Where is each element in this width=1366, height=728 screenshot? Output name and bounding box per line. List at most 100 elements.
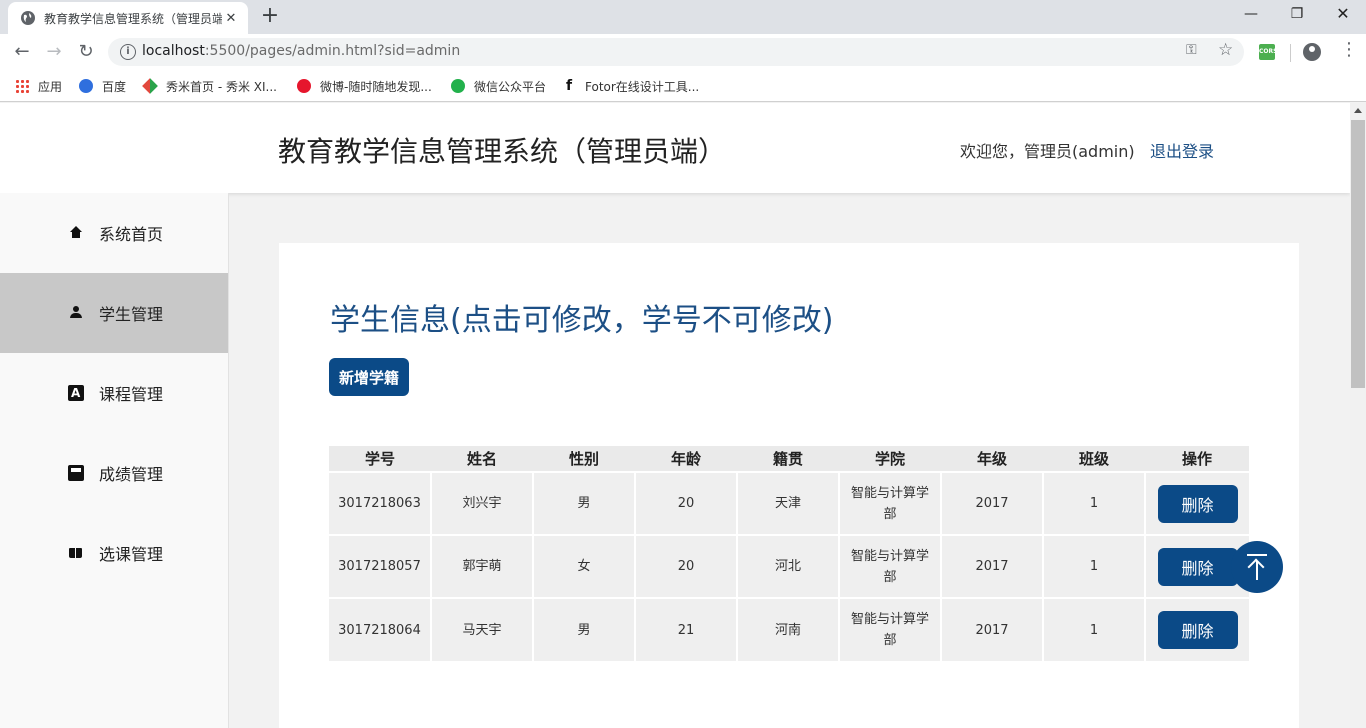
reload-icon[interactable]: ↻	[73, 40, 99, 64]
cors-extension-icon[interactable]: CORS	[1259, 44, 1277, 60]
window-maximize-button[interactable]: ❐	[1274, 0, 1320, 30]
grade-cell[interactable]: 2017	[941, 534, 1044, 598]
page-scrollbar[interactable]	[1350, 103, 1366, 728]
content-card: 学生信息(点击可修改，学号不可修改) 新增学籍 学号 姓名 性别 年龄 籍贯 学…	[279, 243, 1299, 728]
site-header: 教育教学信息管理系统（管理员端） 欢迎您，管理员(admin) 退出登录	[0, 103, 1350, 193]
sidebar-item-courses[interactable]: 课程管理	[0, 353, 228, 433]
xiumi-icon	[142, 78, 158, 94]
bookmark-apps[interactable]: 应用	[15, 76, 62, 96]
bookmark-wechat[interactable]: 微信公众平台	[451, 76, 546, 96]
name-cell[interactable]: 郭宇萌	[431, 534, 534, 598]
weibo-icon	[297, 79, 311, 93]
delete-button[interactable]: 删除	[1157, 547, 1238, 586]
sidebar-item-label: 课程管理	[99, 385, 164, 404]
student-table: 学号 姓名 性别 年龄 籍贯 学院 年级 班级 操作 3017218063 刘兴…	[329, 446, 1249, 661]
action-cell: 删除	[1145, 471, 1249, 535]
table-header-row: 学号 姓名 性别 年龄 籍贯 学院 年级 班级 操作	[329, 446, 1249, 472]
sidebar-item-home[interactable]: 系统首页	[0, 193, 228, 273]
action-cell: 删除	[1145, 597, 1249, 661]
sidebar-item-selection[interactable]: 选课管理	[0, 513, 228, 593]
score-icon	[68, 465, 84, 481]
tab-title: 教育教学信息管理系统（管理员端）	[44, 11, 222, 26]
browser-tab-bar: 教育教学信息管理系统（管理员端） ✕ + — ❐ ✕	[0, 0, 1366, 34]
column-header: 班级	[1043, 446, 1145, 472]
window-close-button[interactable]: ✕	[1320, 0, 1366, 30]
column-header: 操作	[1145, 446, 1249, 472]
bookmarks-bar: 应用 百度 秀米首页 - 秀米 XI... 微博-随时随地发现... 微信公众平…	[0, 70, 1366, 102]
name-cell[interactable]: 马天宇	[431, 597, 534, 661]
age-cell[interactable]: 20	[635, 534, 738, 598]
sidebar-item-label: 系统首页	[99, 225, 164, 244]
course-icon	[68, 385, 84, 401]
sidebar: 系统首页 学生管理 课程管理 成绩管理 选课管理	[0, 193, 229, 728]
back-arrow-icon[interactable]: ←	[9, 40, 35, 64]
bookmark-weibo[interactable]: 微博-随时随地发现...	[297, 76, 432, 96]
page-title: 学生信息(点击可修改，学号不可修改)	[330, 303, 834, 338]
age-cell[interactable]: 20	[635, 471, 738, 535]
age-cell[interactable]: 21	[635, 597, 738, 661]
key-icon[interactable]: ⚿	[1186, 42, 1197, 58]
college-cell[interactable]: 智能与计算学部	[839, 597, 942, 661]
bookmark-fotor[interactable]: f Fotor在线设计工具...	[566, 76, 699, 96]
wechat-icon	[451, 79, 465, 93]
tab-close-icon[interactable]: ✕	[222, 11, 240, 26]
address-bar[interactable]: i localhost:5500/pages/admin.html?sid=ad…	[108, 38, 1244, 66]
sidebar-item-label: 成绩管理	[99, 465, 164, 484]
college-cell[interactable]: 智能与计算学部	[839, 534, 942, 598]
book-icon	[68, 545, 84, 561]
bookmark-star-icon[interactable]: ☆	[1218, 40, 1233, 60]
globe-icon	[21, 11, 35, 25]
toolbar-divider	[1290, 44, 1291, 62]
browser-toolbar: ← → ↻ i localhost:5500/pages/admin.html?…	[0, 34, 1366, 70]
college-cell[interactable]: 智能与计算学部	[839, 471, 942, 535]
browser-menu-icon[interactable]: ⋮	[1340, 40, 1358, 60]
fotor-icon: f	[566, 78, 573, 94]
url-text[interactable]: localhost:5500/pages/admin.html?sid=admi…	[142, 43, 460, 59]
add-student-button[interactable]: 新增学籍	[329, 358, 409, 396]
apps-grid-icon	[15, 79, 29, 93]
delete-button[interactable]: 删除	[1157, 484, 1238, 523]
forward-arrow-icon[interactable]: →	[41, 40, 67, 64]
back-to-top-button[interactable]	[1231, 541, 1283, 593]
grade-cell[interactable]: 2017	[941, 471, 1044, 535]
new-tab-button[interactable]: +	[258, 4, 282, 28]
delete-button[interactable]: 删除	[1157, 611, 1238, 649]
hometown-cell[interactable]: 河南	[737, 597, 840, 661]
home-icon	[68, 225, 84, 241]
bookmark-xiumi[interactable]: 秀米首页 - 秀米 XI...	[142, 76, 277, 96]
scroll-up-arrow-icon[interactable]	[1354, 108, 1362, 113]
table-row: 3017218064 马天宇 男 21 河南 智能与计算学部 2017 1 删除	[329, 597, 1249, 661]
hometown-cell[interactable]: 天津	[737, 471, 840, 535]
account-icon[interactable]	[1303, 43, 1321, 61]
system-title: 教育教学信息管理系统（管理员端）	[278, 135, 727, 168]
table-row: 3017218063 刘兴宇 男 20 天津 智能与计算学部 2017 1 删除	[329, 471, 1249, 535]
column-header: 性别	[533, 446, 635, 472]
student-id-cell: 3017218057	[329, 534, 432, 598]
column-header: 年龄	[635, 446, 737, 472]
column-header: 年级	[941, 446, 1043, 472]
gender-cell[interactable]: 女	[533, 534, 636, 598]
gender-cell[interactable]: 男	[533, 471, 636, 535]
window-minimize-button[interactable]: —	[1228, 0, 1274, 30]
student-id-cell: 3017218064	[329, 597, 432, 661]
scroll-thumb[interactable]	[1351, 120, 1365, 388]
column-header: 籍贯	[737, 446, 839, 472]
grade-cell[interactable]: 2017	[941, 597, 1044, 661]
column-header: 学号	[329, 446, 431, 472]
browser-tab[interactable]: 教育教学信息管理系统（管理员端） ✕	[8, 2, 248, 34]
welcome-text: 欢迎您，管理员(admin)	[960, 142, 1135, 161]
sidebar-item-label: 选课管理	[99, 545, 164, 564]
column-header: 姓名	[431, 446, 533, 472]
bookmark-baidu[interactable]: 百度	[79, 76, 126, 96]
logout-link[interactable]: 退出登录	[1150, 138, 1214, 162]
class-cell[interactable]: 1	[1043, 471, 1146, 535]
hometown-cell[interactable]: 河北	[737, 534, 840, 598]
class-cell[interactable]: 1	[1043, 534, 1146, 598]
class-cell[interactable]: 1	[1043, 597, 1146, 661]
sidebar-item-scores[interactable]: 成绩管理	[0, 433, 228, 513]
gender-cell[interactable]: 男	[533, 597, 636, 661]
name-cell[interactable]: 刘兴宇	[431, 471, 534, 535]
baidu-paw-icon	[79, 79, 93, 93]
site-info-icon[interactable]: i	[120, 44, 136, 60]
sidebar-item-students[interactable]: 学生管理	[0, 273, 228, 353]
